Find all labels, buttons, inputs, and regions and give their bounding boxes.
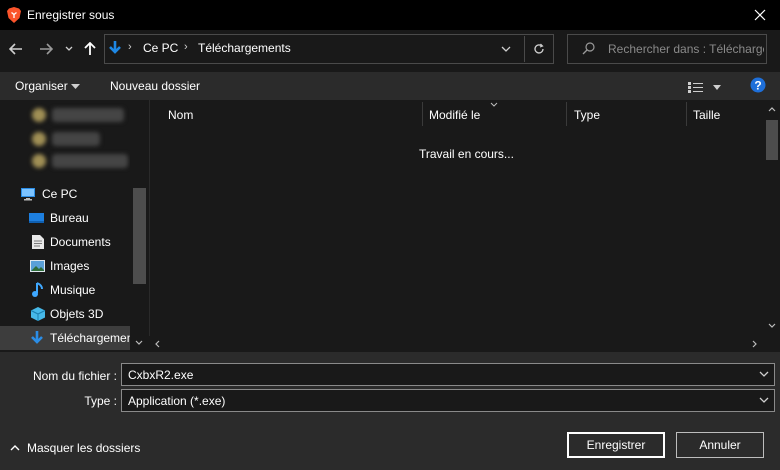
back-arrow-icon: [9, 43, 22, 55]
sidebar-item-label: Ce PC: [42, 187, 78, 201]
filename-field[interactable]: CxbxR2.exe: [121, 363, 775, 386]
chevron-down-icon[interactable]: [758, 368, 770, 380]
images-icon: [30, 260, 45, 272]
search-icon: [582, 42, 595, 55]
scroll-down-icon[interactable]: [135, 340, 143, 346]
view-options-button[interactable]: [686, 78, 722, 96]
loading-status: Travail en cours...: [419, 147, 514, 161]
scrollbar-corner: [764, 336, 780, 352]
help-button[interactable]: ?: [750, 77, 766, 93]
close-button[interactable]: [740, 0, 780, 30]
back-button[interactable]: [6, 38, 26, 60]
type-label: Type :: [84, 394, 117, 408]
close-icon: [754, 9, 766, 21]
chevron-down-icon: [501, 46, 511, 52]
column-header-modified[interactable]: Modifié le: [429, 108, 480, 122]
sidebar-item-desktop[interactable]: Bureau: [0, 206, 130, 230]
blurred-folder-icon: [32, 108, 46, 122]
sidebar-item-images[interactable]: Images: [0, 254, 130, 278]
sidebar-item-label: Bureau: [50, 211, 89, 225]
up-arrow-icon: [84, 42, 96, 55]
breadcrumb-separator: ›: [184, 41, 188, 53]
download-icon: [31, 331, 43, 344]
recent-locations-button[interactable]: [62, 40, 76, 58]
sidebar-item-3d-objects[interactable]: Objets 3D: [0, 302, 130, 326]
objects-3d-icon: [30, 307, 46, 321]
caret-down-icon: [71, 84, 80, 89]
column-divider[interactable]: [422, 102, 423, 126]
new-folder-button[interactable]: Nouveau dossier: [110, 79, 200, 93]
view-options-icon: [688, 82, 721, 93]
address-history-button[interactable]: [498, 40, 514, 58]
blurred-folder-label: [52, 108, 124, 122]
organize-button[interactable]: Organiser: [15, 79, 68, 93]
svg-text:?: ?: [754, 79, 761, 93]
brave-logo-icon: [7, 7, 21, 23]
sidebar-item-label: Objets 3D: [50, 307, 104, 321]
cancel-button[interactable]: Annuler: [676, 432, 764, 458]
blurred-folder-icon: [32, 154, 46, 168]
column-header-size[interactable]: Taille: [693, 108, 720, 122]
file-list-horizontal-scrollbar[interactable]: [149, 336, 764, 352]
scroll-right-icon[interactable]: [752, 340, 758, 348]
address-divider: [524, 36, 525, 62]
sidebar-item-music[interactable]: Musique: [0, 278, 130, 302]
file-list[interactable]: [149, 100, 780, 352]
hide-folders-label[interactable]: Masquer les dossiers: [27, 441, 140, 455]
search-placeholder: Rechercher dans : Téléchargements: [608, 42, 764, 56]
sort-chevron-icon: [490, 102, 498, 107]
filename-label: Nom du fichier :: [32, 369, 117, 383]
breadcrumb-ce-pc[interactable]: Ce PC: [143, 41, 178, 55]
sidebar-item-label: Documents: [50, 235, 111, 249]
column-header-name[interactable]: Nom: [168, 108, 193, 122]
up-button[interactable]: [80, 38, 100, 60]
desktop-icon: [29, 213, 44, 223]
sidebar-item-this-pc[interactable]: Ce PC: [0, 182, 130, 206]
blurred-folder-icon: [32, 132, 46, 146]
file-type-value: Application (*.exe): [128, 394, 226, 408]
chevron-up-icon: [10, 445, 20, 451]
blurred-folder-label: [52, 132, 100, 146]
refresh-icon: [534, 43, 544, 54]
sidebar-item-label: Téléchargements: [50, 331, 143, 345]
forward-button[interactable]: [36, 38, 56, 60]
refresh-button[interactable]: [530, 40, 548, 58]
navigation-pane[interactable]: Ce PC Bureau Documents Images Musique Ob…: [0, 100, 149, 352]
scroll-up-icon[interactable]: [768, 106, 776, 112]
music-icon: [32, 282, 43, 297]
sidebar-item-label: Musique: [50, 283, 96, 297]
computer-icon: [21, 188, 35, 201]
column-header-type[interactable]: Type: [574, 108, 600, 122]
documents-icon: [32, 235, 44, 249]
sidebar-item-downloads[interactable]: Téléchargements: [0, 326, 143, 350]
window-title: Enregistrer sous: [27, 8, 115, 22]
filename-value: CxbxR2.exe: [128, 368, 194, 382]
file-list-vertical-scroll-thumb[interactable]: [766, 120, 778, 160]
breadcrumb-downloads[interactable]: Téléchargements: [198, 41, 291, 55]
save-button[interactable]: Enregistrer: [567, 432, 665, 458]
sidebar-item-label: Images: [50, 259, 90, 273]
column-divider[interactable]: [686, 102, 687, 126]
chevron-down-icon: [65, 46, 73, 51]
blurred-folder-label: [52, 154, 128, 168]
scroll-left-icon[interactable]: [154, 340, 160, 348]
download-folder-icon: [109, 41, 121, 54]
sidebar-item-documents[interactable]: Documents: [0, 230, 130, 254]
title-bar: [0, 0, 780, 30]
column-divider[interactable]: [566, 102, 567, 126]
scroll-down-icon[interactable]: [768, 323, 776, 329]
help-icon: ?: [750, 77, 766, 93]
chevron-down-icon[interactable]: [758, 394, 770, 406]
forward-arrow-icon: [40, 43, 53, 55]
breadcrumb-separator: ›: [128, 41, 132, 53]
navigation-pane-scroll-thumb[interactable]: [133, 188, 146, 284]
file-type-select[interactable]: Application (*.exe): [121, 389, 775, 412]
